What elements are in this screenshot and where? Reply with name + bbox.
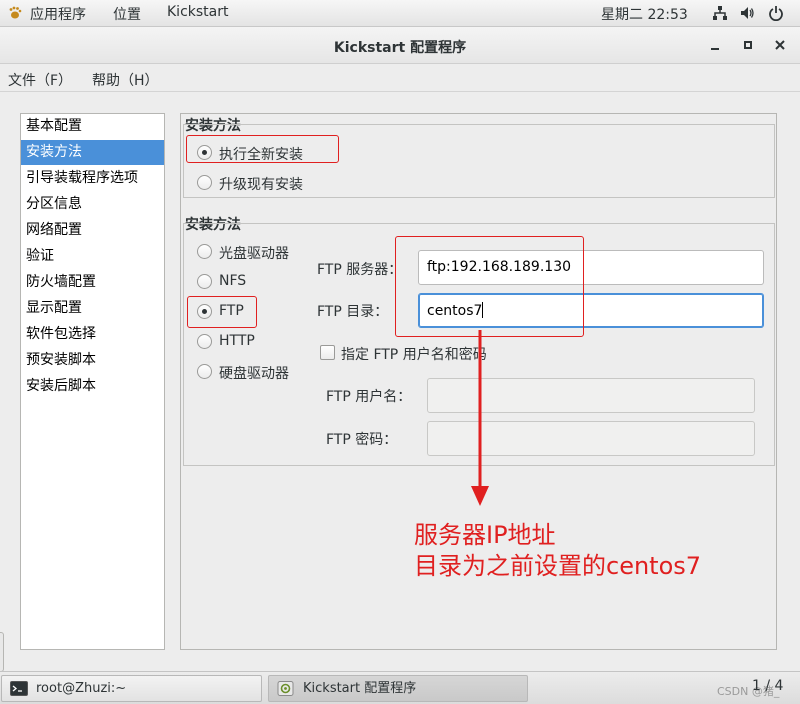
ftp-password-label: FTP 密码： — [326, 432, 398, 448]
task-kickstart-label: Kickstart 配置程序 — [303, 681, 417, 696]
sidebar-item-network[interactable]: 网络配置 — [21, 218, 164, 243]
radio-indicator — [197, 334, 212, 349]
applications-menu[interactable]: 应用程序 — [30, 4, 86, 24]
maximize-button[interactable] — [740, 37, 756, 53]
close-icon — [775, 40, 785, 50]
sidebar-item-pre-script[interactable]: 预安装脚本 — [21, 348, 164, 373]
highlight-ftp-fields — [395, 236, 584, 337]
window-title: Kickstart 配置程序 — [333, 40, 467, 56]
menu-bar: 文件（F） 帮助（H） — [0, 64, 800, 92]
sidebar-item-post-script[interactable]: 安装后脚本 — [21, 374, 164, 399]
network-icon[interactable] — [712, 5, 728, 21]
ftp-user-label: FTP 用户名： — [326, 389, 412, 405]
annotation-line-2: 目录为之前设置的centos7 — [414, 552, 702, 580]
sidebar-item-auth[interactable]: 验证 — [21, 244, 164, 269]
credentials-checkbox[interactable] — [320, 345, 335, 360]
taskbar: root@Zhuzi:~ Kickstart 配置程序 — [0, 671, 800, 704]
places-menu[interactable]: 位置 — [113, 4, 141, 24]
sidebar-item-packages[interactable]: 软件包选择 — [21, 322, 164, 347]
gnome-foot-icon[interactable] — [8, 6, 22, 20]
radio-indicator — [197, 274, 212, 289]
volume-icon[interactable] — [739, 5, 755, 21]
annotation-arrow-icon — [471, 330, 489, 506]
power-icon[interactable] — [768, 5, 784, 21]
ftp-server-label: FTP 服务器： — [317, 262, 403, 278]
terminal-icon — [10, 681, 28, 696]
close-button[interactable] — [772, 37, 788, 53]
radio-label: 硬盘驱动器 — [219, 366, 289, 382]
file-menu[interactable]: 文件（F） — [8, 70, 72, 90]
radio-indicator — [197, 175, 212, 190]
window-titlebar[interactable]: Kickstart 配置程序 — [0, 27, 800, 64]
highlight-ftp-option — [187, 296, 257, 328]
radio-indicator — [197, 244, 212, 259]
sidebar-item-display[interactable]: 显示配置 — [21, 296, 164, 321]
edge-handle — [0, 632, 4, 672]
task-terminal-label: root@Zhuzi:~ — [36, 681, 127, 696]
kickstart-app-icon — [277, 681, 294, 696]
maximize-icon — [744, 41, 752, 49]
active-app-menu[interactable]: Kickstart — [167, 4, 228, 20]
sidebar-item-basic-config[interactable]: 基本配置 — [21, 114, 164, 139]
clock[interactable]: 星期二 22:53 — [601, 4, 688, 24]
task-kickstart[interactable]: Kickstart 配置程序 — [268, 675, 528, 702]
radio-indicator — [197, 364, 212, 379]
ftp-dir-label: FTP 目录： — [317, 304, 389, 320]
task-terminal[interactable]: root@Zhuzi:~ — [1, 675, 262, 702]
workspace-indicator[interactable]: 1 / 4 — [752, 678, 783, 694]
highlight-fresh-install — [186, 135, 339, 163]
minimize-button[interactable] — [707, 37, 723, 53]
top-panel: 应用程序 位置 Kickstart 星期二 22:53 — [0, 0, 800, 27]
sidebar-item-partition[interactable]: 分区信息 — [21, 192, 164, 217]
minimize-icon — [711, 48, 719, 50]
sidebar-item-bootloader[interactable]: 引导装载程序选项 — [21, 166, 164, 191]
sidebar-item-firewall[interactable]: 防火墙配置 — [21, 270, 164, 295]
radio-label: 光盘驱动器 — [219, 246, 289, 262]
category-list[interactable]: 基本配置 安装方法 引导装载程序选项 分区信息 网络配置 验证 防火墙配置 显示… — [20, 113, 165, 650]
sidebar-item-install-method[interactable]: 安装方法 — [21, 140, 164, 165]
help-menu[interactable]: 帮助（H） — [92, 70, 159, 90]
radio-label: HTTP — [219, 333, 255, 349]
radio-label: NFS — [219, 273, 247, 289]
radio-label: 升级现有安装 — [219, 177, 303, 193]
annotation-line-1: 服务器IP地址 — [414, 521, 556, 549]
